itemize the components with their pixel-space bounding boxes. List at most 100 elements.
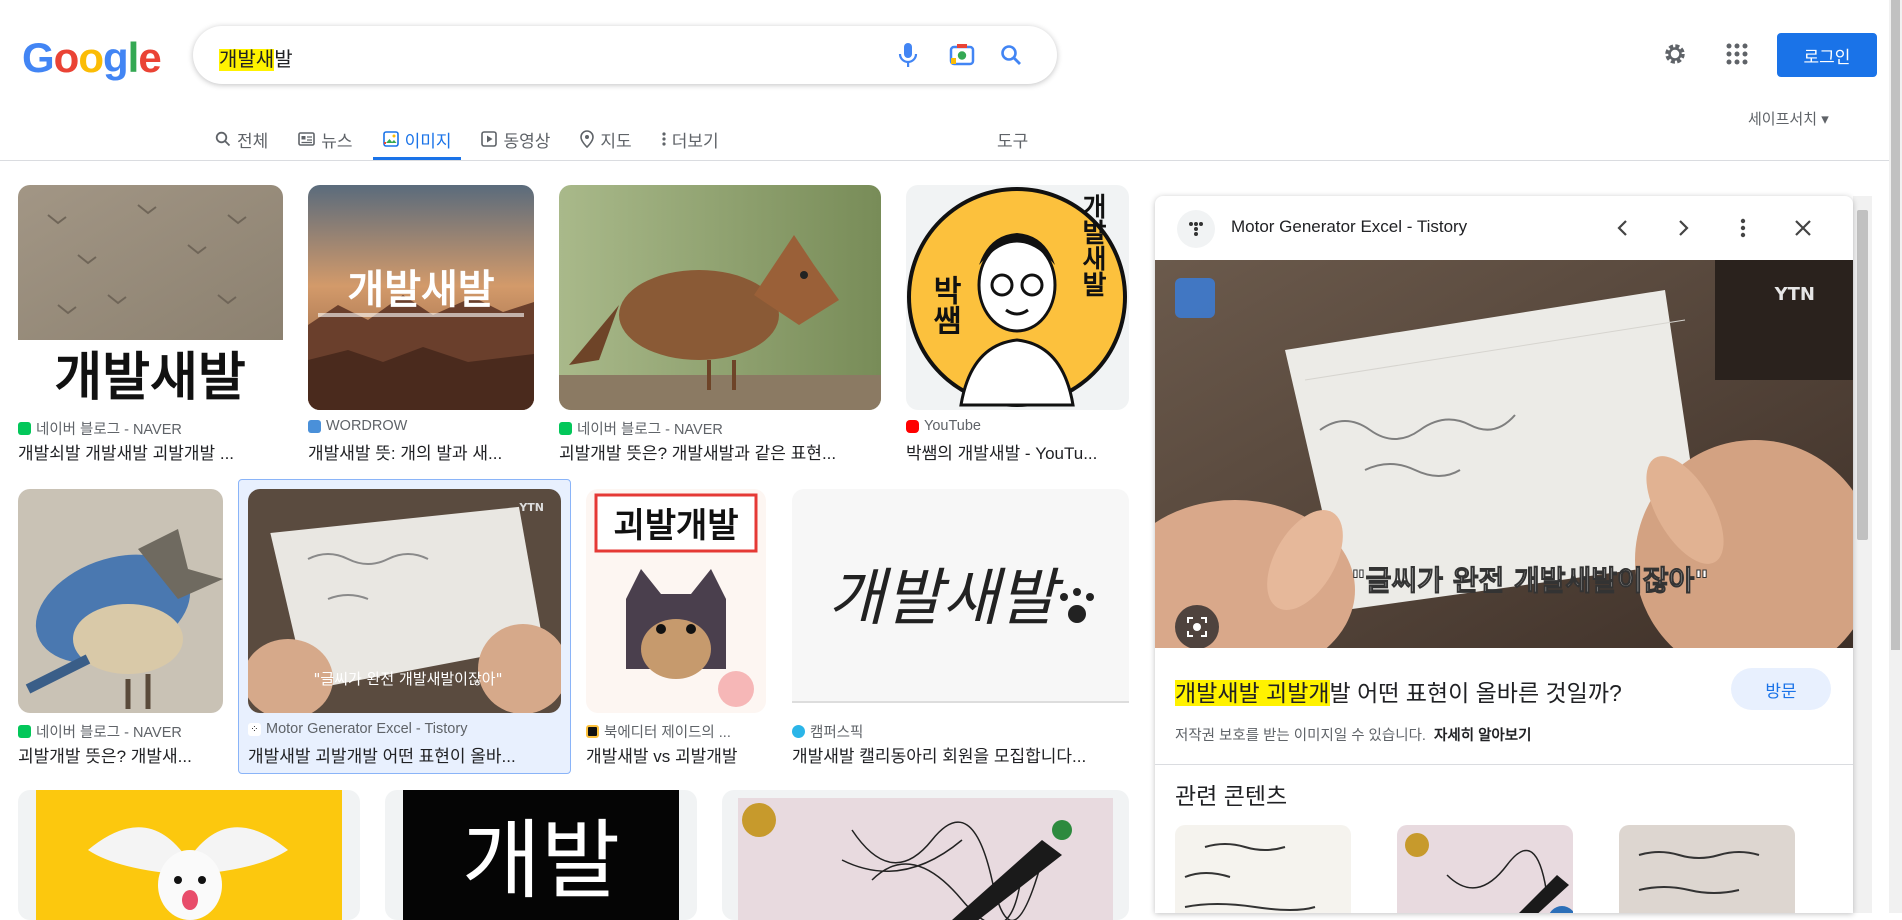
logo-letter: G [22, 34, 55, 81]
tab-label: 뉴스 [321, 131, 353, 151]
tab-videos[interactable]: 동영상 [481, 118, 550, 160]
search-box[interactable]: 개발새발 [193, 26, 1057, 84]
search-icon[interactable] [996, 40, 1026, 70]
naver-blog-icon [18, 422, 31, 435]
image-icon [382, 131, 399, 147]
tools-button[interactable]: 도구 [997, 118, 1028, 160]
gear-icon[interactable] [1659, 38, 1691, 70]
safesearch-menu[interactable]: 세이프서치 ▾ [1748, 108, 1829, 129]
tab-images[interactable]: 이미지 [372, 118, 462, 160]
thumb-watermark: YTN [518, 501, 544, 514]
tab-all[interactable]: 전체 [215, 118, 268, 160]
naver-blog-icon [18, 725, 31, 738]
result-title[interactable]: 개발새발 뜻: 개의 발과 새... [308, 439, 534, 464]
result-source: 네이버 블로그 - NAVER [18, 721, 182, 742]
result-title[interactable]: 괴발개발 뜻은? 개발새발과 같은 표현... [559, 439, 881, 464]
panel-header: Motor Generator Excel - Tistory [1155, 196, 1853, 260]
panel-scrollbar[interactable] [1857, 210, 1868, 540]
login-button[interactable]: 로그인 [1777, 33, 1877, 77]
result-thumbnail[interactable] [18, 790, 360, 920]
mic-icon[interactable] [893, 40, 923, 70]
result-thumbnail[interactable] [559, 185, 881, 410]
thumb-text: 개발새발 [828, 561, 1064, 634]
preview-image[interactable]: YTN "글씨가 완전 개발새발이잖아" [1155, 260, 1853, 648]
query-highlight: 개발새 [219, 49, 275, 71]
tab-maps[interactable]: 지도 [580, 118, 632, 160]
tab-label: 이미지 [404, 131, 452, 151]
related-thumbnail[interactable] [1619, 825, 1795, 913]
result-source: 북에디터 제이드의 ... [586, 721, 731, 742]
thumb-text: 개발새발 [1077, 193, 1107, 297]
result-source: ⁘ Motor Generator Excel - Tistory [248, 721, 467, 737]
logo-letter: l [127, 34, 140, 81]
map-pin-icon [580, 130, 595, 148]
copyright-text: 저작권 보호를 받는 이미지일 수 있습니다. [1175, 728, 1426, 744]
close-icon[interactable] [1787, 212, 1819, 244]
result-thumbnail[interactable]: 박쌤 개발새발 [906, 185, 1129, 410]
news-icon [298, 132, 316, 146]
result-thumbnail[interactable]: 개발새발 [308, 185, 534, 410]
source-text: 네이버 블로그 - NAVER [577, 422, 723, 438]
result-title[interactable]: 괴발개발 뜻은? 개발새... [18, 742, 223, 767]
preview-title[interactable]: 개발새발 괴발개발 어떤 표현이 올바른 것일까? [1175, 674, 1622, 708]
query-rest: 발 [274, 49, 293, 71]
thumb-caption: "글씨가 완전 개발새발이잖아" [314, 670, 503, 688]
logo-letter: g [102, 34, 129, 81]
result-title[interactable]: 개발새발 vs 괴발개발 [586, 742, 766, 767]
result-title[interactable]: 개발새발 캘리동아리 회원을 모집합니다... [792, 742, 1129, 767]
related-heading: 관련 콘텐츠 [1175, 783, 1288, 809]
visit-button[interactable]: 방문 [1731, 668, 1831, 710]
panel-site-name[interactable]: Motor Generator Excel - Tistory [1231, 217, 1467, 237]
google-logo[interactable]: Google [22, 34, 162, 82]
logo-letter: e [138, 34, 161, 81]
source-text: 네이버 블로그 - NAVER [36, 725, 182, 741]
header: Google 개발새발 로그인 [0, 0, 1902, 110]
result-title[interactable]: 개발쇠발 개발새발 괴발개발 ... [18, 439, 283, 464]
thumb-text: 박쌤 [927, 275, 962, 335]
result-thumbnail[interactable] [722, 790, 1129, 920]
result-source: 네이버 블로그 - NAVER [18, 418, 182, 439]
caret-down-icon: ▾ [1821, 111, 1829, 128]
result-thumbnail[interactable]: 괴발개발 [586, 489, 766, 713]
source-text: 북에디터 제이드의 ... [604, 725, 731, 741]
title-rest: 발 어떤 표현이 올바른 것일까? [1329, 680, 1622, 706]
result-source: WORDROW [308, 418, 407, 434]
tab-label: 전체 [237, 131, 269, 151]
result-source: YouTube [906, 418, 981, 434]
preview-watermark: YTN [1774, 284, 1815, 305]
safesearch-label: 세이프서치 [1748, 111, 1818, 128]
camera-lens-icon[interactable] [947, 40, 977, 70]
panel-divider [1155, 764, 1853, 765]
search-tabs: 전체 뉴스 이미지 동영상 지도 더보기 [215, 118, 749, 160]
logo-letter: o [53, 34, 80, 81]
thumb-text: 괴발개발 [613, 506, 738, 546]
related-thumbnail[interactable] [1175, 825, 1351, 913]
result-title[interactable]: 박쌤의 개발새발 - YouTu... [906, 439, 1111, 464]
result-thumbnail[interactable]: 개발 [385, 790, 697, 920]
learn-more-link[interactable]: 자세히 알아보기 [1434, 728, 1531, 744]
result-thumbnail[interactable]: 개발새발 [792, 489, 1129, 703]
tab-more[interactable]: 더보기 [662, 118, 719, 160]
apps-grid-icon[interactable] [1721, 38, 1753, 70]
chevron-right-icon[interactable] [1667, 212, 1699, 244]
result-thumbnail[interactable] [18, 489, 223, 713]
related-thumbnail[interactable] [1397, 825, 1573, 913]
title-highlight: 개발새발 괴발개 [1175, 680, 1330, 706]
more-vert-icon[interactable] [1727, 212, 1759, 244]
tab-label: 더보기 [671, 131, 719, 151]
result-thumbnail[interactable]: "글씨가 완전 개발새발이잖아" YTN [248, 489, 561, 713]
source-text: WORDROW [326, 418, 408, 434]
tab-news[interactable]: 뉴스 [298, 118, 353, 160]
preview-panel: Motor Generator Excel - Tistory YTN "글씨가… [1155, 196, 1853, 913]
chevron-left-icon[interactable] [1607, 212, 1639, 244]
copyright-notice: 저작권 보호를 받는 이미지일 수 있습니다. 자세히 알아보기 [1175, 724, 1531, 745]
result-title[interactable]: 개발새발 괴발개발 어떤 표현이 올바... [248, 742, 561, 767]
source-text: 캠퍼스픽 [810, 725, 864, 741]
tab-label: 지도 [600, 131, 632, 151]
result-thumbnail[interactable]: 개발새발 [18, 185, 283, 410]
page-scrollbar[interactable] [1891, 0, 1900, 650]
source-text: Motor Generator Excel - Tistory [266, 721, 468, 737]
search-input[interactable]: 개발새발 [219, 43, 293, 72]
bookeditor-icon [586, 725, 599, 738]
lens-search-icon[interactable] [1175, 605, 1219, 648]
